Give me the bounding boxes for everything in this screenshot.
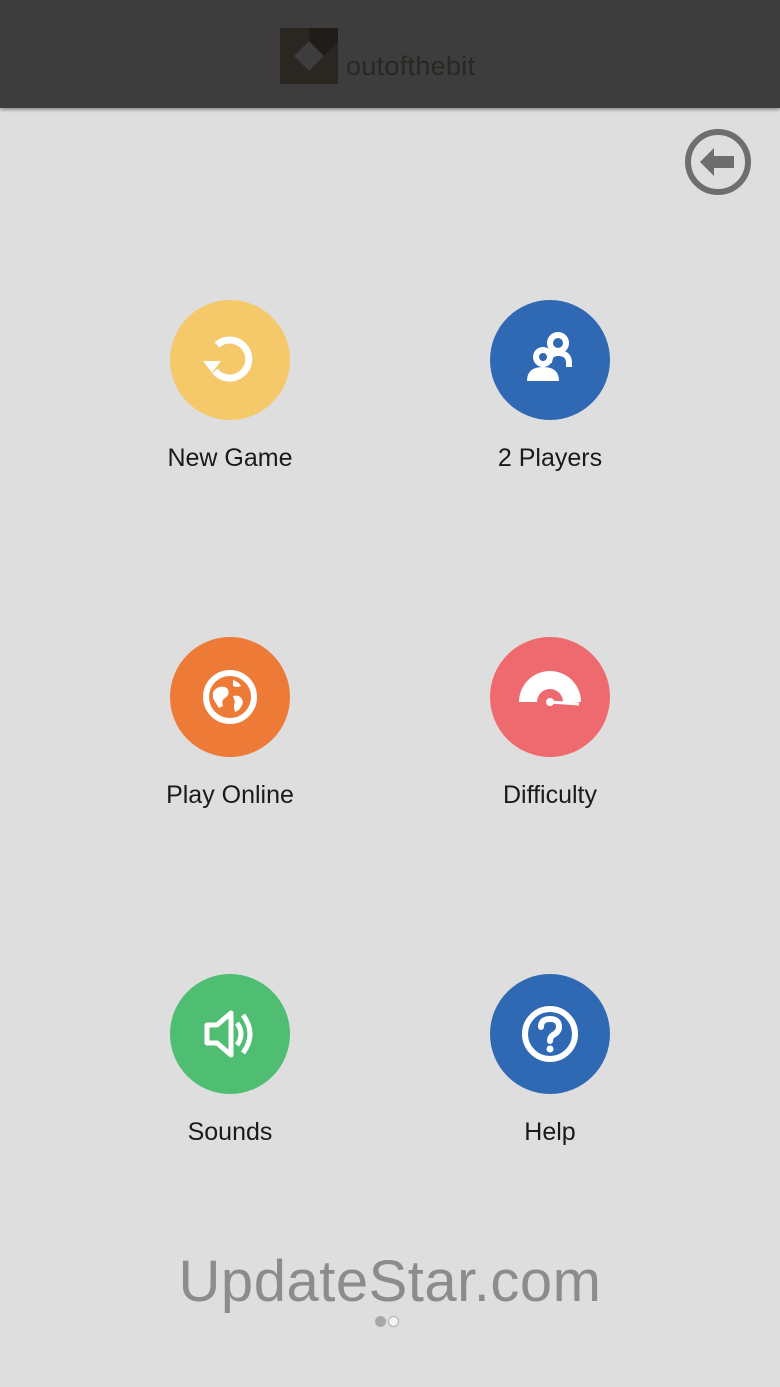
sounds-label: Sounds: [187, 1118, 273, 1146]
top-bar: outofthebit: [0, 0, 780, 108]
page-indicator: [375, 1316, 399, 1327]
play-online-button[interactable]: Play Online: [120, 637, 340, 811]
page-dot-inactive[interactable]: [388, 1316, 399, 1327]
help-circle: [490, 974, 610, 1094]
two-players-icon: [527, 332, 572, 381]
sounds-button[interactable]: Sounds: [120, 974, 340, 1148]
sounds-circle: [170, 974, 290, 1094]
new-game-button[interactable]: New Game: [120, 300, 340, 474]
speaker-icon: [204, 1010, 253, 1058]
brand-logo-icon: [280, 28, 338, 84]
gauge-icon: [519, 671, 581, 706]
play-online-label: Play Online: [166, 781, 294, 809]
restart-icon: [203, 336, 253, 382]
question-icon: [522, 1006, 578, 1062]
two-players-circle: [490, 300, 610, 420]
play-online-circle: [170, 637, 290, 757]
help-label: Help: [524, 1118, 576, 1146]
new-game-circle: [170, 300, 290, 420]
difficulty-circle: [490, 637, 610, 757]
two-players-button[interactable]: 2 Players: [440, 300, 660, 474]
page-dot-active[interactable]: [375, 1316, 386, 1327]
help-button[interactable]: Help: [440, 974, 660, 1148]
brand-name: outofthebit: [346, 51, 476, 81]
two-players-label: 2 Players: [497, 444, 603, 472]
new-game-label: New Game: [167, 444, 293, 472]
arrow-left-circle-icon: [685, 129, 751, 195]
brand: outofthebit: [280, 24, 475, 84]
globe-icon: [203, 670, 257, 724]
back-button[interactable]: [684, 128, 752, 196]
difficulty-label: Difficulty: [502, 781, 597, 809]
watermark: UpdateStar.com: [178, 1249, 602, 1314]
difficulty-button[interactable]: Difficulty: [440, 637, 660, 811]
